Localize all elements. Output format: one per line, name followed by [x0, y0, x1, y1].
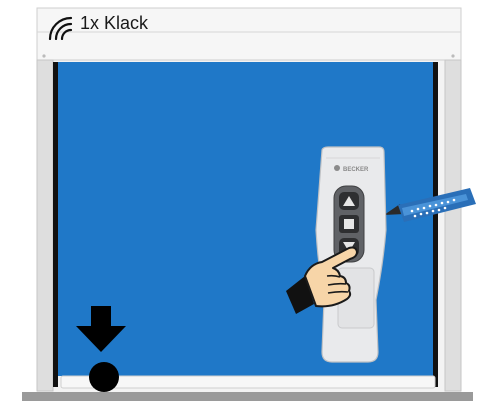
- right-frame: [444, 59, 462, 392]
- side-rail-left: [53, 62, 58, 387]
- floor: [22, 392, 473, 401]
- sound-label: 1x Klack: [80, 13, 149, 33]
- illustration: BECKER: [22, 7, 476, 401]
- stop-button[interactable]: [339, 215, 359, 233]
- sound-indicator: 1x Klack: [44, 12, 148, 40]
- dot-icon: [89, 362, 119, 392]
- up-button[interactable]: [339, 192, 359, 210]
- left-frame: [36, 59, 54, 392]
- screw-right: [451, 54, 455, 58]
- blind-scene: BECKER 1x Klack: [0, 0, 484, 403]
- screw-left: [42, 54, 46, 58]
- stop-square-icon: [344, 219, 354, 229]
- sound-waves-icon: [48, 16, 73, 40]
- remote-brand: BECKER: [343, 167, 369, 173]
- brand-logo-icon: [334, 165, 340, 171]
- side-rail-right: [433, 62, 438, 387]
